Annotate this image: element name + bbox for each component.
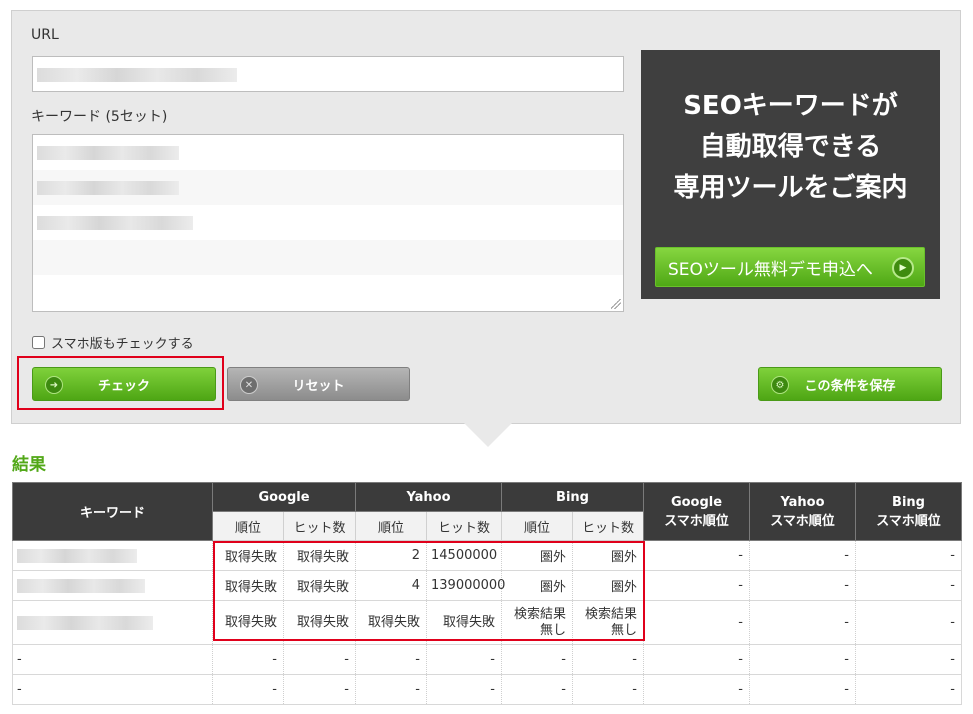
bing-hits-cell: - [572,674,644,705]
header-google-hits: ヒット数 [283,511,356,541]
yahoo-hits-cell: - [426,674,502,705]
save-conditions-button[interactable]: ⚙ この条件を保存 [758,367,942,401]
yahoo-mobile-cell: - [749,644,856,675]
bing-hits-cell: - [572,644,644,675]
keyword-line [33,135,623,170]
header-yahoo-hits: ヒット数 [426,511,502,541]
bing-mobile-cell: - [855,644,962,675]
header-keyword: キーワード [12,482,213,541]
bing-rank-cell: - [501,674,573,705]
header-yahoo-rank: 順位 [355,511,427,541]
keyword-cell: - [12,644,213,675]
yahoo-rank-cell: - [355,674,427,705]
google-rank-cell: - [212,644,284,675]
header-yahoo-mobile: Yahoo スマホ順位 [749,482,856,541]
results-heading: 結果 [12,455,46,475]
yahoo-hits-cell: - [426,644,502,675]
bing-rank-cell: - [501,644,573,675]
url-label: URL [31,27,59,43]
mobile-check-label: スマホ版もチェックする [51,337,194,352]
panel-pointer-arrow [464,423,512,447]
yahoo-rank-cell: - [355,644,427,675]
google-rank-cell: - [212,674,284,705]
close-icon: ✕ [240,376,258,394]
google-hits-cell: - [283,644,356,675]
promo-headline: SEOキーワードが 自動取得できる 専用ツールをご案内 [673,91,908,203]
google-mobile-cell: - [643,644,750,675]
header-google-mobile: Google スマホ順位 [643,482,750,541]
google-mobile-cell: - [643,600,750,645]
check-button-highlight [17,356,224,410]
yahoo-mobile-cell: - [749,600,856,645]
keyword-cell: - [12,674,213,705]
bing-mobile-cell: - [855,600,962,645]
table-row: - - - - - - - - - - [12,674,962,705]
bing-mobile-cell: - [855,570,962,601]
yahoo-mobile-cell: - [749,570,856,601]
google-mobile-cell: - [643,570,750,601]
mobile-check-option[interactable]: スマホ版もチェックする [32,333,194,352]
google-mobile-cell: - [643,540,750,571]
demo-request-button[interactable]: SEOツール無料デモ申込へ ▶ [655,247,925,287]
google-hits-cell: - [283,674,356,705]
results-highlight [213,541,645,641]
google-mobile-cell: - [643,674,750,705]
keyword-line [33,205,623,240]
seo-tool-promo-banner[interactable]: SEOキーワードが 自動取得できる 専用ツールをご案内 SEOツール無料デモ申込… [641,50,940,299]
keyword-textarea[interactable] [32,134,624,312]
bing-mobile-cell: - [855,674,962,705]
demo-request-label: SEOツール無料デモ申込へ [668,259,873,280]
keyword-cell [12,540,213,571]
mobile-checkbox[interactable] [32,336,45,349]
url-value-blurred [37,68,237,82]
header-bing-mobile: Bing スマホ順位 [855,482,962,541]
reset-button[interactable]: ✕ リセット [227,367,410,401]
keyword-line [33,240,623,275]
header-google: Google [212,482,356,512]
bing-mobile-cell: - [855,540,962,571]
save-button-label: この条件を保存 [804,378,896,394]
reset-button-label: リセット [292,378,345,394]
header-google-rank: 順位 [212,511,284,541]
header-bing: Bing [501,482,644,512]
keyword-cell [12,600,213,645]
header-bing-hits: ヒット数 [572,511,644,541]
yahoo-mobile-cell: - [749,540,856,571]
keyword-line [33,275,623,310]
header-bing-rank: 順位 [501,511,573,541]
url-input[interactable] [32,56,624,92]
yahoo-mobile-cell: - [749,674,856,705]
keyword-line [33,170,623,205]
resize-grip-icon[interactable] [611,299,621,309]
gear-icon: ⚙ [771,376,789,394]
table-row: - - - - - - - - - - [12,644,962,675]
header-yahoo: Yahoo [355,482,502,512]
keyword-cell [12,570,213,601]
play-arrow-icon: ▶ [892,257,914,279]
keyword-label: キーワード (5セット) [31,109,168,125]
